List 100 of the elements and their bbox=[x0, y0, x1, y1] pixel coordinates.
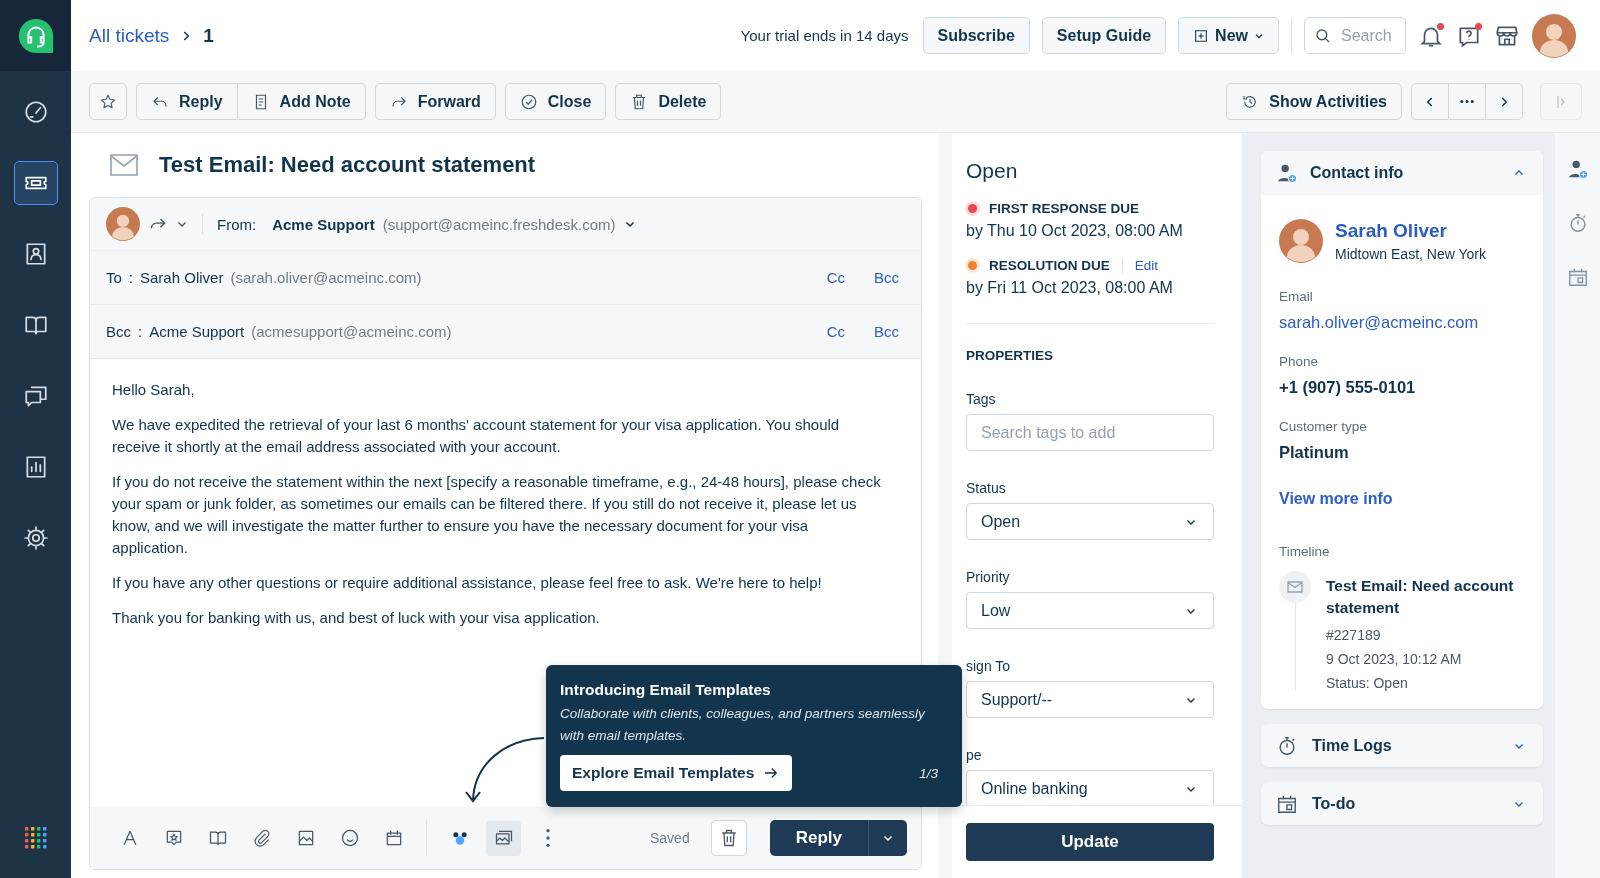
star-icon bbox=[99, 92, 117, 111]
dropdown-field[interactable]: Online banking bbox=[966, 770, 1214, 805]
breadcrumb-link[interactable]: All tickets bbox=[89, 24, 170, 47]
more-icon bbox=[545, 829, 550, 847]
detail-label: Phone bbox=[1279, 354, 1320, 369]
bcc-link[interactable]: Bcc bbox=[874, 269, 899, 286]
sla-due: by Thu 10 Oct 2023, 08:00 AM bbox=[966, 222, 1184, 240]
field-label: Tags bbox=[966, 391, 997, 407]
help-icon[interactable] bbox=[1456, 22, 1482, 49]
colon: : bbox=[128, 269, 133, 286]
collapsible-section[interactable]: Time Logs bbox=[1261, 724, 1543, 767]
ticket-number: #227189 bbox=[1326, 627, 1382, 643]
reply-button[interactable]: Reply bbox=[769, 820, 868, 856]
message-paragraph: Hello Sarah, bbox=[112, 380, 196, 400]
contact-location: Midtown East, New York bbox=[1335, 246, 1486, 262]
contact-name[interactable]: Sarah Oliver bbox=[1335, 220, 1486, 242]
message-paragraph: We have expedited the retrieval of your last 6 months' account statement for your visa application. You should receive it shortly at the email address associated with your account. bbox=[112, 415, 841, 457]
ticket-status: Open bbox=[966, 159, 1019, 183]
timeline-title[interactable]: Test Email: Need account statement bbox=[1326, 575, 1525, 619]
more-icon bbox=[1460, 100, 1474, 103]
timeline-time: 9 Oct 2023, 10:12 AM bbox=[1326, 651, 1463, 667]
field-label: pe bbox=[966, 747, 983, 763]
logo-icon[interactable] bbox=[16, 16, 55, 55]
message-paragraph: If you have any other questions or require additional assistance, please feel free to ask. We're here to help! bbox=[112, 573, 823, 593]
recipient-email: (acmesupport@acmeinc.com) bbox=[251, 323, 452, 340]
toolbar-button[interactable]: Reply bbox=[136, 83, 238, 120]
card-title: Contact info bbox=[1310, 164, 1405, 182]
explore-button[interactable]: Explore Email Templates bbox=[560, 755, 793, 791]
timeline-label: Timeline bbox=[1279, 544, 1331, 559]
dropdown-field[interactable]: Open bbox=[966, 503, 1214, 540]
field-label: sign To bbox=[966, 658, 1012, 674]
discard-button[interactable] bbox=[710, 820, 747, 856]
sla-label: FIRST RESPONSE DUE bbox=[989, 201, 1140, 216]
toolbar-button[interactable]: Close bbox=[504, 83, 607, 120]
toolbar-button[interactable]: Add Note bbox=[237, 83, 366, 120]
avatar[interactable] bbox=[1532, 13, 1576, 58]
apps-grid-icon[interactable] bbox=[23, 826, 48, 850]
smiley-icon bbox=[339, 828, 360, 848]
recipient-email: (sarah.oliver@acmeinc.com) bbox=[230, 269, 422, 286]
message-paragraph: If you do not receive the statement within the next [specify a reasonable timeframe, e.g., 24-48 hours], please check your spam or junk folder, as sometimes our emails can be filtered there. If you still do not receive it, please let us know, and we will investigate the matter further to ensure you have the necessary document for your visa application. bbox=[112, 472, 881, 558]
detail-value: +1 (907) 555-0101 bbox=[1279, 378, 1417, 397]
field-label: Status bbox=[966, 480, 1007, 496]
recipient-label: Bcc bbox=[106, 323, 131, 340]
recipient-name: Acme Support bbox=[149, 323, 245, 340]
dropdown-field[interactable]: Support/-- bbox=[966, 681, 1214, 718]
detail-value: Platinum bbox=[1279, 443, 1350, 462]
tooltip-text: Collaborate with clients, colleagues, and partners seamlessly with email templates. bbox=[560, 705, 926, 745]
collapsible-section[interactable]: To-do bbox=[1261, 782, 1543, 825]
avatar bbox=[106, 207, 140, 241]
stopwatch-icon bbox=[1276, 734, 1298, 757]
templates-tool[interactable] bbox=[486, 820, 521, 856]
email-link[interactable]: sarah.oliver@acmeinc.com bbox=[1279, 313, 1525, 332]
chat-icon bbox=[22, 383, 49, 409]
contact-icon bbox=[1276, 162, 1298, 184]
header-button[interactable]: Setup Guide bbox=[1041, 17, 1167, 54]
timeline-status: Status: Open bbox=[1326, 675, 1409, 691]
sidebar-item[interactable] bbox=[13, 161, 58, 205]
message-paragraph: Thank you for banking with us, and best of luck with your visa application. bbox=[112, 608, 601, 628]
dropdown-field[interactable]: Low bbox=[966, 592, 1214, 629]
toolbar-button[interactable]: Forward bbox=[374, 83, 496, 120]
breadcrumb-current: 1 bbox=[203, 24, 214, 47]
trial-notice: Your trial ends in 14 days bbox=[740, 27, 909, 44]
header-button[interactable]: Subscribe bbox=[922, 17, 1030, 54]
star-button[interactable] bbox=[89, 83, 127, 120]
step-counter: 1/3 bbox=[919, 765, 938, 781]
tags-field[interactable]: Search tags to add bbox=[966, 414, 1214, 451]
view-more-link[interactable]: View more info bbox=[1279, 490, 1525, 508]
reply-options-button[interactable] bbox=[868, 820, 907, 856]
settings-icon bbox=[22, 525, 49, 551]
update-button[interactable]: Update bbox=[966, 823, 1214, 861]
from-label: From: bbox=[217, 215, 257, 233]
cc-link[interactable]: Cc bbox=[826, 269, 845, 286]
avatar bbox=[1279, 219, 1323, 263]
detail-label: Customer type bbox=[1279, 419, 1368, 434]
recipient-name: Sarah Oliver bbox=[140, 269, 224, 286]
saved-status: Saved bbox=[650, 830, 690, 846]
recipient-label: To bbox=[106, 269, 122, 286]
sla-label: RESOLUTION DUE bbox=[989, 258, 1110, 273]
field-label: Priority bbox=[966, 569, 1011, 585]
from-name: Acme Support bbox=[272, 215, 375, 233]
colon: : bbox=[138, 323, 143, 340]
edit-link[interactable]: Edit bbox=[1134, 258, 1159, 273]
show-activities-button[interactable]: Show Activities bbox=[1226, 83, 1402, 120]
properties-heading: PROPERTIES bbox=[966, 348, 1055, 363]
from-email: (support@acmeinc.freshdesk.com) bbox=[382, 215, 616, 233]
search-icon bbox=[1314, 27, 1332, 45]
calendar-icon[interactable] bbox=[1566, 266, 1589, 288]
new-button[interactable]: New bbox=[1178, 17, 1279, 54]
search-field[interactable]: Search bbox=[1304, 17, 1406, 54]
cc-link[interactable]: Cc bbox=[826, 323, 845, 340]
detail-label: Email bbox=[1279, 289, 1314, 304]
gauge-icon bbox=[22, 99, 49, 125]
bcc-link[interactable]: Bcc bbox=[874, 323, 899, 340]
ticket-title: Test Email: Need account statement bbox=[159, 152, 536, 178]
mail-icon bbox=[110, 154, 138, 176]
sla-due: by Fri 11 Oct 2023, 08:00 AM bbox=[966, 279, 1174, 297]
contact-icon[interactable] bbox=[1566, 158, 1589, 180]
notifications-icon[interactable] bbox=[1418, 22, 1444, 49]
tooltip-title: Introducing Email Templates bbox=[560, 681, 772, 699]
toolbar-button[interactable]: Delete bbox=[615, 83, 722, 120]
